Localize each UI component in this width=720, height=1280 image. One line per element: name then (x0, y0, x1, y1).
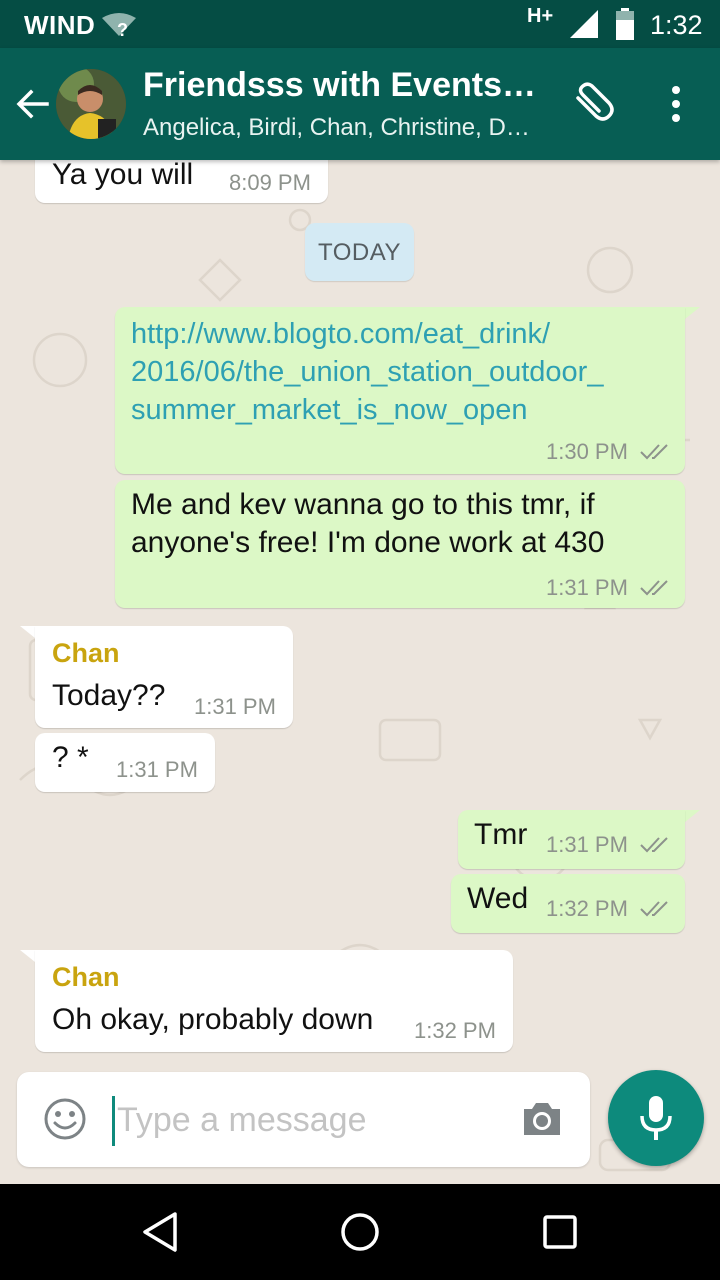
message-bubble-outgoing[interactable]: Me and kev wanna go to this tmr, if anyo… (115, 480, 685, 608)
message-time: 1:31 PM (116, 757, 198, 782)
message-bubble-incoming[interactable]: ? * 1:31 PM (35, 733, 215, 792)
group-title[interactable]: Friendsss with Events… (143, 66, 536, 105)
date-divider-label: TODAY (318, 239, 401, 266)
message-bubble-incoming[interactable]: Chan Oh okay, probably down 1:32 PM (35, 950, 513, 1052)
message-time: 8:09 PM (229, 170, 311, 195)
read-receipt-icon (640, 444, 668, 460)
back-arrow-icon[interactable] (14, 86, 50, 122)
participants-list[interactable]: Angelica, Birdi, Chan, Christine, D… (143, 114, 530, 142)
avatar-photo (56, 69, 126, 139)
status-clock: 1:32 (650, 10, 703, 40)
message-text-line-2: anyone's free! I'm done work at 430 (131, 526, 605, 559)
message-text: Oh okay, probably down (52, 1003, 374, 1036)
message-bubble-incoming[interactable]: Chan Today?? 1:31 PM (35, 626, 293, 728)
read-receipt-icon (640, 837, 668, 853)
message-input[interactable] (117, 1094, 497, 1146)
message-text: ? * (52, 741, 89, 774)
carrier-name: WIND (24, 10, 96, 40)
mic-icon (640, 1096, 672, 1140)
message-text-line-1: Me and kev wanna go to this tmr, if (131, 488, 595, 521)
message-link-line-1[interactable]: http://www.blogto.com/eat_drink/ (131, 315, 550, 353)
read-receipt-icon (640, 580, 668, 596)
emoji-icon[interactable] (43, 1097, 87, 1141)
system-nav-bar (0, 1184, 720, 1280)
message-time: 1:32 PM (414, 1018, 496, 1043)
nav-home-icon[interactable] (338, 1210, 382, 1254)
paperclip-icon[interactable] (569, 81, 615, 127)
sender-name[interactable]: Chan (52, 962, 120, 993)
message-text: Wed (467, 882, 529, 915)
group-avatar[interactable] (56, 69, 126, 139)
message-time: 1:32 PM (546, 896, 628, 921)
message-composer (17, 1072, 590, 1167)
battery-icon (616, 8, 634, 40)
wifi-icon: ? (102, 13, 136, 38)
signal-icon (570, 10, 598, 38)
chat-area[interactable]: Ya you will 8:09 PM TODAY http://www.blo… (0, 160, 720, 1184)
message-time: 1:31 PM (194, 694, 276, 719)
message-bubble-incoming[interactable]: Ya you will 8:09 PM (35, 160, 328, 203)
text-cursor (112, 1096, 115, 1146)
chat-header: Friendsss with Events… Angelica, Birdi, … (0, 48, 720, 160)
message-time: 1:31 PM (546, 832, 628, 857)
message-bubble-outgoing[interactable]: http://www.blogto.com/eat_drink/ 2016/06… (115, 307, 685, 474)
status-bar: WIND ? H+ 1:32 (0, 0, 720, 48)
sender-name[interactable]: Chan (52, 638, 120, 669)
message-bubble-outgoing[interactable]: Tmr 1:31 PM (458, 810, 685, 869)
more-vert-icon[interactable] (660, 84, 692, 124)
camera-icon[interactable] (520, 1100, 564, 1138)
nav-back-icon[interactable] (139, 1210, 183, 1254)
message-text: Ya you will (52, 160, 194, 191)
message-link-line-3[interactable]: summer_market_is_now_open (131, 391, 528, 429)
message-link-line-2[interactable]: 2016/06/the_union_station_outdoor_ (131, 353, 603, 391)
message-text: Tmr (474, 818, 528, 851)
wifi-badge: ? (117, 20, 128, 38)
nav-recents-icon[interactable] (540, 1212, 580, 1252)
message-text: Today?? (52, 679, 166, 712)
network-type: H+ (527, 5, 554, 27)
message-bubble-outgoing[interactable]: Wed 1:32 PM (451, 874, 685, 933)
date-divider: TODAY (305, 223, 414, 281)
message-time: 1:31 PM (546, 575, 628, 600)
read-receipt-icon (640, 901, 668, 917)
message-time: 1:30 PM (546, 439, 628, 464)
voice-record-button[interactable] (608, 1070, 704, 1166)
